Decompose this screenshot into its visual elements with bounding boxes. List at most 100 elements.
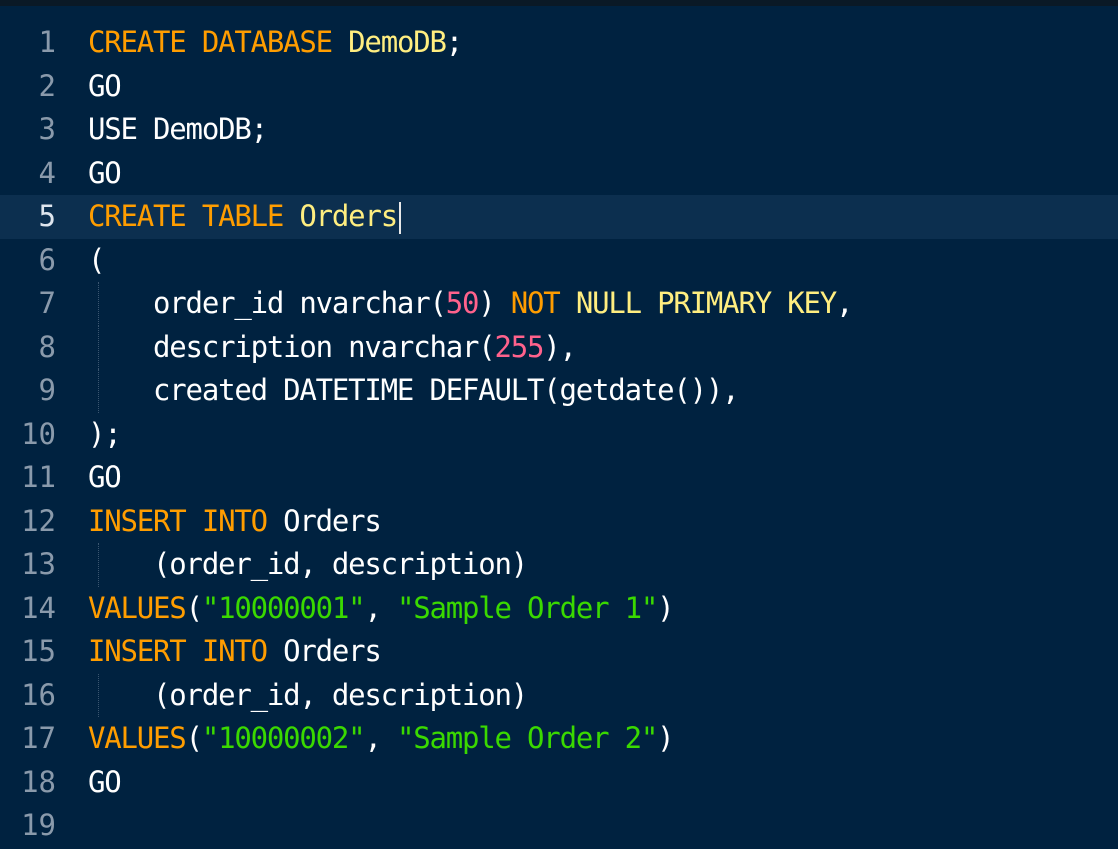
code-text[interactable]: (order_id, description) <box>88 674 528 718</box>
line-number: 17 <box>21 721 56 755</box>
code-token: "Sample Order 1" <box>396 590 658 625</box>
code-text[interactable]: GO <box>88 456 122 500</box>
code-text[interactable]: INSERT INTO Orders <box>88 500 382 544</box>
code-line[interactable]: 18 GO <box>0 761 1118 805</box>
line-number: 3 <box>38 112 56 146</box>
code-line[interactable]: 13 (order_id, description) <box>0 543 1118 587</box>
code-token: INTO <box>201 634 268 668</box>
code-text[interactable]: ); <box>88 413 122 457</box>
line-number: 1 <box>38 25 56 59</box>
code-line[interactable]: 16 (order_id, description) <box>0 673 1118 718</box>
code-line[interactable]: 14 VALUES("10000001", "Sample Order 1") <box>0 587 1118 631</box>
code-text[interactable]: (order_id, description) <box>88 543 528 587</box>
code-token: 50 <box>445 286 480 320</box>
line-number: 14 <box>21 590 56 625</box>
code-token: NOT <box>510 286 561 320</box>
code-token: GO <box>88 68 122 103</box>
code-token: TABLE <box>201 199 285 233</box>
code-text[interactable]: GO <box>88 65 122 109</box>
code-token: GO <box>88 155 122 190</box>
line-number: 11 <box>21 460 56 494</box>
code-text[interactable]: USE DemoDB; <box>88 108 268 152</box>
code-token: NULL <box>575 286 642 320</box>
code-line[interactable]: 8 description nvarchar(255), <box>0 325 1118 370</box>
code-line[interactable]: 19 <box>0 804 1118 848</box>
code-token: "Sample Order 2" <box>396 721 658 755</box>
code-text[interactable]: CREATE DATABASE DemoDB; <box>88 21 463 65</box>
code-text[interactable]: created DATETIME DEFAULT(getdate()), <box>88 369 740 413</box>
code-text[interactable]: order_id nvarchar(50) NOT NULL PRIMARY K… <box>88 282 853 326</box>
code-line[interactable]: 2 GO <box>0 65 1118 109</box>
code-token: PRIMARY KEY <box>657 286 837 320</box>
code-token: (order_id, description) <box>88 547 528 581</box>
code-token: Orders <box>266 634 382 668</box>
code-line[interactable]: 5 CREATE TABLE Orders <box>0 195 1118 239</box>
code-token: ) <box>478 286 511 320</box>
code-line[interactable]: 3 USE DemoDB; <box>0 108 1118 152</box>
code-token: VALUES <box>88 721 187 755</box>
code-token: DATABASE <box>201 25 333 59</box>
code-token: (order_id, description) <box>88 677 528 712</box>
line-number: 6 <box>38 242 56 277</box>
code-text[interactable]: CREATE TABLE Orders <box>88 195 401 239</box>
code-text[interactable]: VALUES("10000001", "Sample Order 1") <box>88 587 675 631</box>
code-token: INTO <box>201 503 268 538</box>
code-line[interactable]: 9 created DATETIME DEFAULT(getdate()), <box>0 369 1118 413</box>
code-editor[interactable]: 1 CREATE DATABASE DemoDB; 2 GO 3 USE DemoDB; 4… <box>0 0 1118 849</box>
code-line[interactable]: 7 order_id nvarchar(50) NOT NULL PRIMARY… <box>0 282 1118 326</box>
code-line[interactable]: 4 GO <box>0 152 1118 196</box>
line-number: 15 <box>21 634 56 668</box>
code-token: GO <box>88 764 122 799</box>
code-line[interactable]: 6( <box>0 239 1118 283</box>
line-number: 18 <box>21 764 56 799</box>
code-token: , <box>836 286 853 320</box>
code-token: ( <box>185 721 203 755</box>
code-token: INSERT <box>88 634 187 668</box>
code-line[interactable]: 1 CREATE DATABASE DemoDB; <box>0 21 1118 65</box>
code-token: created DATETIME DEFAULT(getdate()), <box>88 373 740 407</box>
line-number: 2 <box>38 68 56 103</box>
code-token: DemoDB <box>348 25 447 59</box>
line-number: 10 <box>21 416 56 451</box>
code-token: ); <box>88 416 122 451</box>
code-token: Orders <box>266 503 382 538</box>
code-token: "10000002" <box>201 721 366 755</box>
code-token: USE DemoDB; <box>88 112 268 146</box>
code-token: ; <box>445 25 463 59</box>
code-token: 255 <box>494 329 545 364</box>
code-line[interactable]: 15 INSERT INTO Orders <box>0 630 1118 674</box>
line-number: 12 <box>21 503 56 538</box>
code-token: VALUES <box>88 590 187 625</box>
line-number: 4 <box>38 155 56 190</box>
code-token: ) <box>657 590 674 625</box>
code-token: "10000001" <box>201 590 366 625</box>
code-token: description nvarchar( <box>88 329 496 364</box>
code-token: INSERT <box>88 503 187 538</box>
code-token: GO <box>88 460 122 494</box>
code-line[interactable]: 17 VALUES("10000002", "Sample Order 2") <box>0 717 1118 761</box>
code-text[interactable]: ( <box>88 239 105 283</box>
code-token: ( <box>88 242 105 277</box>
code-line[interactable]: 10); <box>0 413 1118 457</box>
line-number: 7 <box>38 286 56 320</box>
code-text[interactable]: description nvarchar(255), <box>88 326 577 370</box>
code-token: ( <box>185 590 203 625</box>
code-line[interactable]: 11 GO <box>0 456 1118 500</box>
code-token: , <box>364 590 397 625</box>
code-text[interactable]: GO <box>88 152 122 196</box>
code-token: CREATE <box>88 199 187 233</box>
code-line[interactable]: 12 INSERT INTO Orders <box>0 500 1118 544</box>
code-text[interactable]: GO <box>88 761 122 805</box>
line-number: 5 <box>38 199 56 233</box>
line-number: 9 <box>38 373 56 407</box>
code-text[interactable]: VALUES("10000002", "Sample Order 2") <box>88 717 675 761</box>
code-token: ), <box>543 329 577 364</box>
code-text[interactable]: INSERT INTO Orders <box>88 630 382 674</box>
code-token: ) <box>657 721 674 755</box>
